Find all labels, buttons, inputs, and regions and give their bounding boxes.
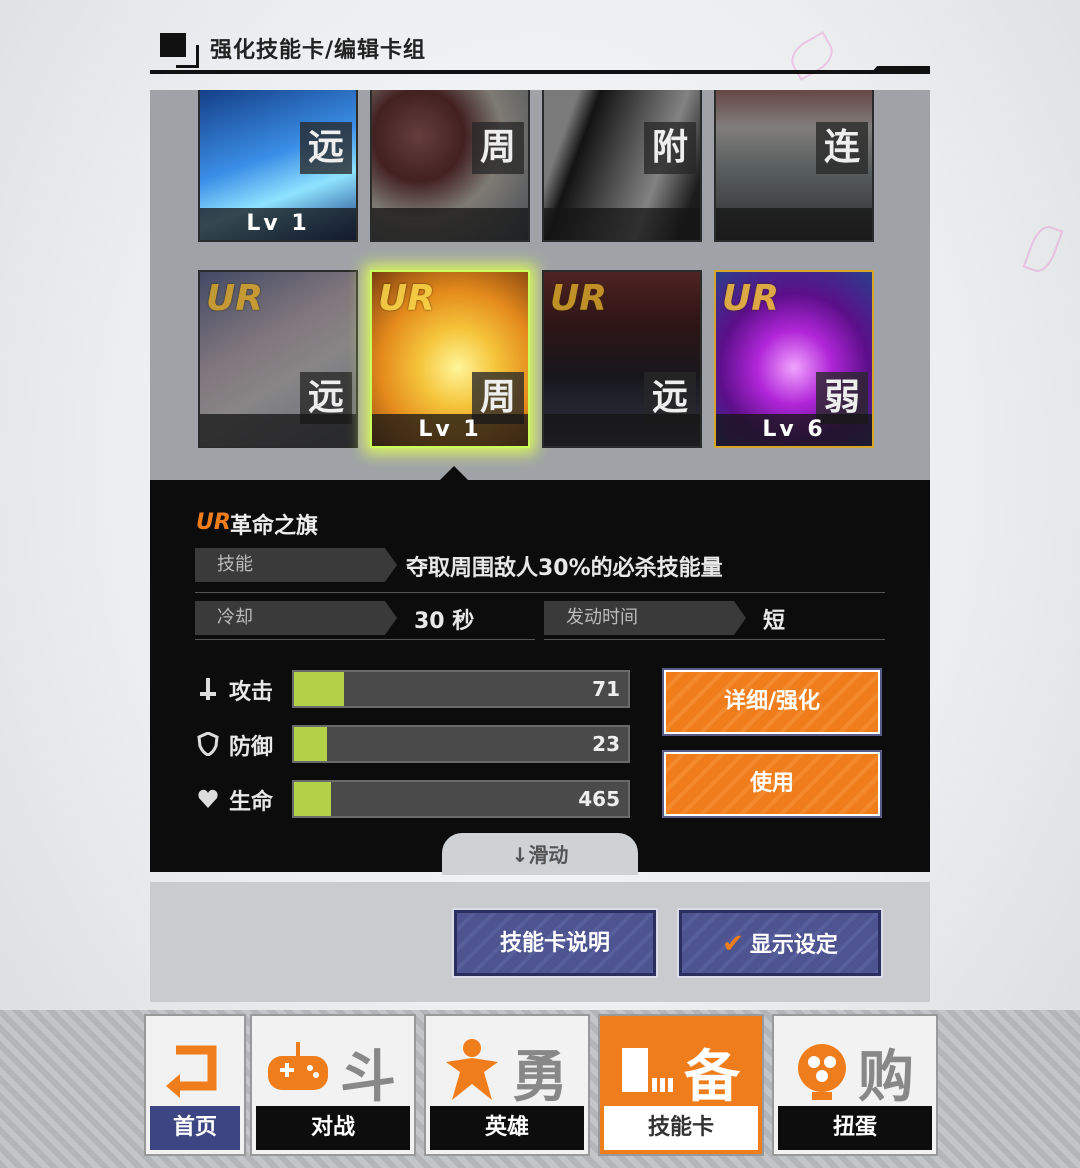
card-rarity: UR: [206, 278, 263, 319]
skill-description: 夺取周围敌人30%的必杀技能量: [406, 556, 723, 581]
card-type-badge: 附: [644, 122, 696, 174]
attack-label: 攻击: [229, 680, 274, 705]
nav-tab-home[interactable]: 首页: [144, 1014, 246, 1156]
nav-label-battle: 对战: [256, 1106, 410, 1150]
cooldown-value: 30 秒: [414, 609, 475, 634]
cooldown-label: 冷却: [195, 601, 397, 635]
activation-value: 短: [763, 609, 786, 634]
card-level: Lv 1: [200, 208, 356, 240]
header-corner-decoration: [176, 45, 199, 68]
card-rarity: UR: [722, 278, 779, 319]
header-underline: [150, 70, 930, 74]
nav-tab-battle[interactable]: 斗 对战: [250, 1014, 416, 1156]
card-level: [200, 414, 356, 446]
hp-label: 生命: [229, 790, 274, 815]
nav-label-skill-card: 技能卡: [604, 1106, 758, 1150]
header-underline-accent: [870, 66, 930, 74]
hp-bar: 465: [292, 780, 630, 818]
skill-card[interactable]: 周: [370, 90, 530, 242]
skill-card[interactable]: 连: [714, 90, 874, 242]
svg-text:斗: 斗: [340, 1045, 396, 1108]
attack-bar: 71: [292, 670, 630, 708]
detail-rarity: UR: [196, 510, 231, 535]
card-level: [716, 208, 872, 240]
hp-bar-fill: [294, 782, 331, 816]
skill-card[interactable]: 远 Lv 1: [198, 90, 358, 242]
back-arrow-icon: [146, 1022, 244, 1108]
nav-tab-gacha[interactable]: 购 扭蛋: [772, 1014, 938, 1156]
divider: [195, 592, 885, 593]
skill-card-selected[interactable]: UR 周 Lv 1: [370, 270, 530, 448]
card-type-badge: 远: [300, 122, 352, 174]
heart-icon: [197, 787, 219, 811]
skill-card[interactable]: 附: [542, 90, 702, 242]
check-icon: ✔: [722, 929, 744, 959]
skill-card-info-button[interactable]: 技能卡说明: [452, 908, 658, 978]
svg-text:购: 购: [858, 1045, 914, 1108]
display-settings-button[interactable]: ✔ 显示设定: [677, 908, 883, 978]
card-rarity: UR: [378, 278, 435, 319]
gamepad-icon: 斗: [252, 1022, 414, 1110]
nav-label-home: 首页: [150, 1106, 240, 1150]
detail-enhance-button[interactable]: 详细/强化: [662, 668, 882, 736]
card-level: Lv 6: [716, 414, 872, 446]
hp-value: 465: [578, 787, 620, 811]
defense-bar: 23: [292, 725, 630, 763]
page-title: 强化技能卡/编辑卡组: [210, 38, 427, 63]
petal-decoration: [1022, 222, 1064, 276]
card-level: [544, 208, 700, 240]
svg-text:备: 备: [684, 1045, 741, 1108]
hero-icon: 勇: [426, 1022, 588, 1110]
skill-card[interactable]: UR 远: [542, 270, 702, 448]
skill-card[interactable]: UR 弱 Lv 6: [714, 270, 874, 448]
nav-tab-skill-card[interactable]: 备 技能卡: [598, 1014, 764, 1156]
card-type-badge: 连: [816, 122, 868, 174]
nav-label-hero: 英雄: [430, 1106, 584, 1150]
divider: [195, 639, 535, 640]
card-level: Lv 1: [372, 414, 528, 446]
gacha-icon: 购: [774, 1022, 936, 1110]
scroll-hint-tab[interactable]: ↓滑动: [442, 833, 638, 875]
display-settings-label: 显示设定: [749, 933, 838, 958]
shield-icon: [197, 731, 219, 757]
card-grid[interactable]: 远 Lv 1 周 附 连 UR 远 UR 周 Lv 1 UR 远 UR 弱 Lv…: [150, 90, 930, 480]
defense-value: 23: [592, 732, 620, 756]
attack-value: 71: [592, 677, 620, 701]
sword-icon: [197, 677, 219, 701]
cards-icon: 备: [600, 1022, 762, 1110]
attack-bar-fill: [294, 672, 345, 706]
svg-text:勇: 勇: [512, 1045, 568, 1108]
divider: [544, 639, 885, 640]
card-type-badge: 周: [472, 122, 524, 174]
activation-label: 发动时间: [544, 601, 746, 635]
nav-tab-hero[interactable]: 勇 英雄: [424, 1014, 590, 1156]
use-button[interactable]: 使用: [662, 750, 882, 818]
card-level: [372, 208, 528, 240]
card-rarity: UR: [550, 278, 607, 319]
defense-bar-fill: [294, 727, 328, 761]
skill-card[interactable]: UR 远: [198, 270, 358, 448]
skill-name: 革命之旗: [230, 514, 319, 539]
skill-label: 技能: [195, 548, 397, 582]
defense-label: 防御: [229, 735, 274, 760]
card-level: [544, 414, 700, 446]
nav-label-gacha: 扭蛋: [778, 1106, 932, 1150]
